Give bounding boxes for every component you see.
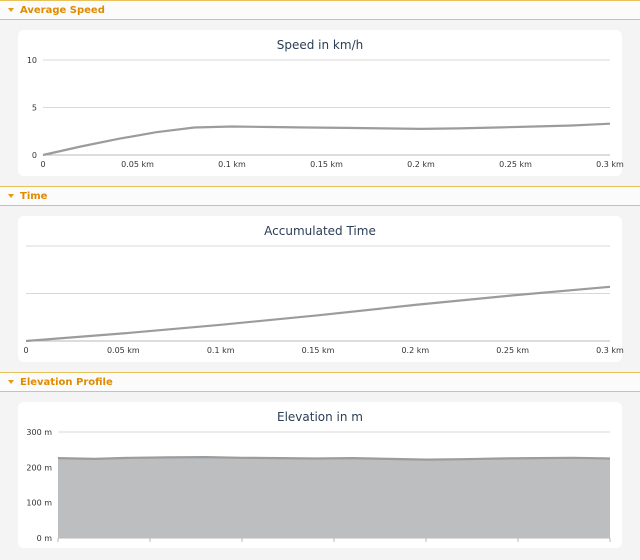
x-tick-label: 0.1 km: [218, 160, 246, 169]
section-title: Time: [20, 190, 48, 202]
section-header-average-speed[interactable]: Average Speed: [0, 0, 640, 20]
x-tick-label: 0.3 km: [596, 346, 624, 355]
time-chart: 0 0.05 km 0.1 km 0.15 km 0.2 km 0.25 km 0.3 km: [23, 245, 624, 355]
x-tick-label: 0: [40, 160, 45, 169]
caret-down-icon: [8, 194, 14, 198]
series-line: [25, 285, 611, 343]
y-tick-label: 300 m: [26, 428, 52, 437]
section-title: Average Speed: [20, 4, 105, 16]
x-tick-label: 0.2 km: [407, 160, 435, 169]
y-tick-label: 10: [27, 56, 37, 65]
elevation-chart: 0 m 100 m 200 m 300 m: [26, 428, 611, 543]
y-tick-label: 100 m: [26, 499, 52, 508]
series-line: [42, 122, 611, 157]
x-tick-label: 0: [23, 346, 28, 355]
x-tick-label: 0.05 km: [107, 346, 140, 355]
x-tick-label: 0.3 km: [596, 160, 624, 169]
elevation-chart-card: Elevation in m 0 m 100 m 200 m 300 m: [18, 402, 622, 548]
x-tick-label: 0.1 km: [207, 346, 235, 355]
x-tick-label: 0.15 km: [310, 160, 343, 169]
x-tick-label: 0.05 km: [121, 160, 154, 169]
y-tick-label: 0: [32, 151, 37, 160]
x-tick-label: 0.15 km: [302, 346, 335, 355]
x-tick-label: 0.2 km: [401, 346, 429, 355]
section-title: Elevation Profile: [20, 376, 113, 388]
speed-chart-card: Speed in km/h 0 5 10 0 0.05 km 0.1 km 0.15 km 0…: [18, 30, 624, 176]
y-tick-label: 200 m: [26, 463, 52, 472]
x-tick-label: 0.25 km: [499, 160, 532, 169]
x-tick-label: 0.25 km: [496, 346, 529, 355]
y-tick-label: 5: [32, 104, 37, 113]
section-header-time[interactable]: Time: [0, 186, 640, 206]
caret-down-icon: [8, 380, 14, 384]
y-tick-label: 0 m: [37, 534, 53, 543]
speed-chart: 0 5 10 0 0.05 km 0.1 km 0.15 km 0.2 km 0.25 km 0.…: [27, 56, 624, 169]
series-area: [58, 457, 610, 538]
time-chart-card: Accumulated Time 0 0.05 km 0.1 km 0.15 km 0.…: [18, 216, 624, 362]
caret-down-icon: [8, 8, 14, 12]
section-header-elevation-profile[interactable]: Elevation Profile: [0, 372, 640, 392]
